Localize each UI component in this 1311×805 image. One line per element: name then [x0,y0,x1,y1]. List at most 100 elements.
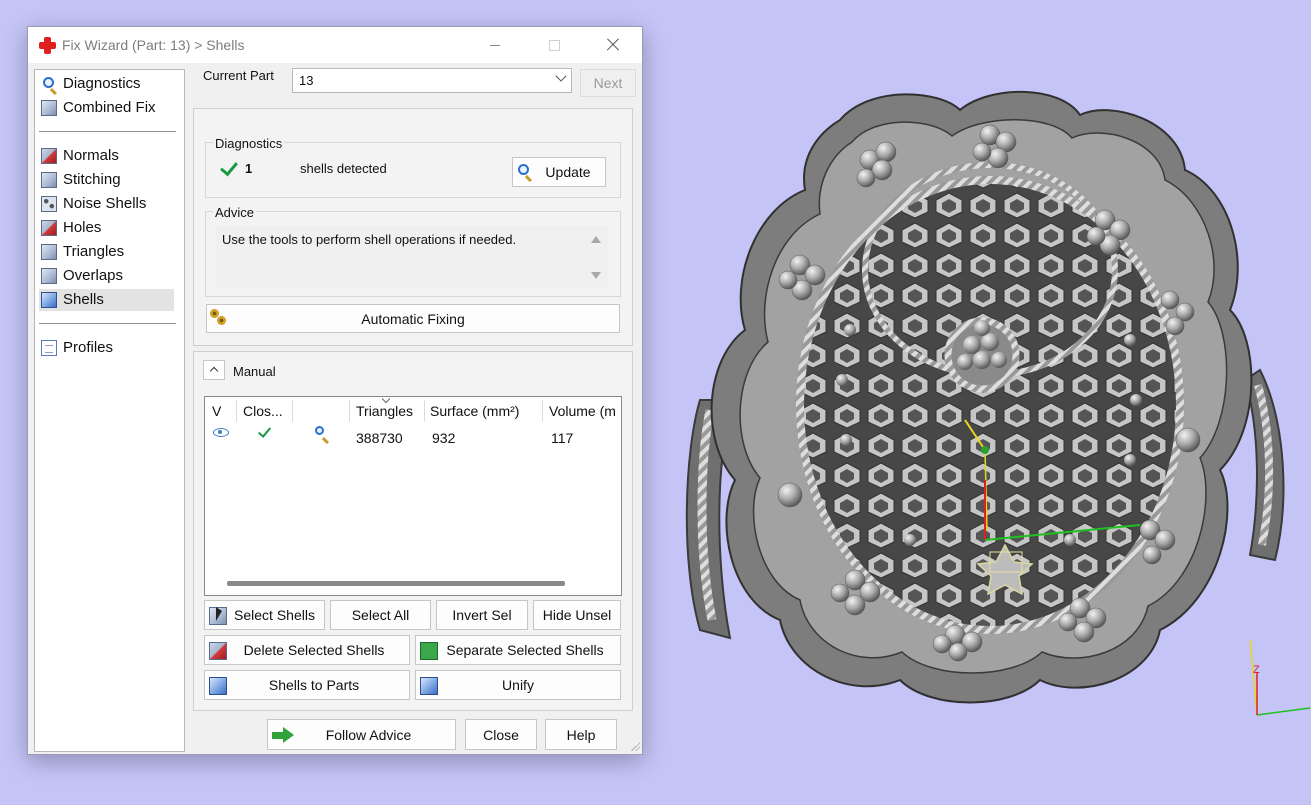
advice-text: Use the tools to perform shell operation… [222,232,517,247]
column-header-surface[interactable]: Surface (mm²) [430,403,519,419]
nav-item-label: Overlaps [63,267,124,284]
shells-to-parts-label: Shells to Parts [268,677,360,693]
next-button[interactable]: Next [580,69,636,97]
maximize-button[interactable] [530,27,576,63]
nav-item-label: Holes [63,219,102,236]
app-cross-icon [39,37,56,54]
nav-item-overlaps[interactable]: Overlaps [39,265,174,287]
update-button[interactable]: Update [512,157,606,187]
nav-separator [39,131,176,132]
nav-item-profiles[interactable]: Profiles [39,337,174,359]
shells-icon [41,292,57,308]
column-separator [292,400,293,422]
separate-selected-shells-button[interactable]: Separate Selected Shells [415,635,621,665]
mouse-cursor-icon [216,607,222,621]
nav-item-triangles[interactable]: Triangles [39,241,174,263]
nav-item-noise-shells[interactable]: Noise Shells [39,193,174,215]
jewelry-model [685,90,1285,704]
nav-item-holes[interactable]: Holes [39,217,174,239]
column-separator [349,400,350,422]
help-button[interactable]: Help [545,719,617,750]
select-shells-label: Select Shells [234,607,315,623]
axis-triad: Z [1249,639,1311,716]
help-label: Help [566,727,596,743]
nav-item-label: Diagnostics [63,75,141,92]
shells-detected-text: shells detected [300,161,387,176]
shell-count: 1 [245,161,253,176]
noise-shells-icon [41,196,57,212]
3d-model-render: Z [685,90,1311,716]
column-separator [542,400,543,422]
shells-to-parts-button[interactable]: Shells to Parts [204,670,410,700]
3d-viewport[interactable]: Z [660,40,1311,800]
separate-selected-label: Separate Selected Shells [446,642,604,658]
scroll-down-arrow-icon[interactable] [591,272,601,279]
delete-selected-label: Delete Selected Shells [243,642,385,658]
select-shells-button[interactable]: Select Shells [204,600,325,630]
window-title: Fix Wizard (Part: 13) > Shells [62,37,245,53]
nav-item-combined-fix[interactable]: Combined Fix [39,97,174,119]
nav-separator [39,323,176,324]
nav-list: Diagnostics Combined Fix Normals Stitchi… [34,69,185,752]
check-icon [257,424,272,438]
profiles-icon [41,340,57,356]
nav-item-normals[interactable]: Normals [39,145,174,167]
cell-triangles: 388730 [356,430,403,446]
collapse-chevron-up-icon[interactable] [203,360,225,380]
nav-item-label: Triangles [63,243,125,260]
scroll-up-arrow-icon[interactable] [591,236,601,243]
svg-text:Z: Z [1253,664,1260,676]
resize-grip[interactable] [630,741,640,751]
invert-sel-label: Invert Sel [452,607,512,623]
close-button[interactable]: Close [465,719,537,750]
unify-button[interactable]: Unify [415,670,621,700]
magnifier-icon[interactable] [315,426,324,435]
close-label: Close [483,727,519,743]
eye-icon[interactable] [213,428,229,437]
diagnostics-title: Diagnostics [213,136,285,151]
nav-item-stitching[interactable]: Stitching [39,169,174,191]
select-all-button[interactable]: Select All [330,600,431,630]
holes-icon [41,220,57,236]
cell-volume: 117 [551,430,574,446]
nav-item-label: Shells [63,291,104,308]
advice-title: Advice [213,205,257,220]
current-part-label: Current Part [203,68,274,83]
fix-wizard-window: Fix Wizard (Part: 13) > Shells Diagnosti… [27,26,643,755]
nav-item-diagnostics[interactable]: Diagnostics [39,73,174,95]
shells-table: V Clos... Triangles Surface (mm²) Volume… [204,396,622,596]
hide-unsel-label: Hide Unsel [542,607,612,623]
chevron-down-icon [555,70,567,82]
update-label: Update [545,164,591,180]
column-header-visible[interactable]: V [212,403,221,419]
horizontal-scrollbar[interactable] [227,581,565,586]
overlaps-icon [41,268,57,284]
nav-item-label: Combined Fix [63,99,156,116]
invert-sel-button[interactable]: Invert Sel [436,600,528,630]
current-part-select[interactable]: 13 [292,68,572,93]
nav-item-label: Noise Shells [63,195,147,212]
cell-surface: 932 [432,430,456,446]
close-window-button[interactable] [590,27,636,63]
magnifier-icon [41,76,57,92]
automatic-fixing-button[interactable]: Automatic Fixing [206,304,620,333]
delete-selected-shells-button[interactable]: Delete Selected Shells [204,635,410,665]
minimize-button[interactable] [472,27,518,63]
follow-advice-button[interactable]: Follow Advice [267,719,456,750]
unify-label: Unify [502,677,534,693]
magnifier-icon [518,164,529,175]
stitching-icon [41,172,57,188]
column-header-closed[interactable]: Clos... [243,403,283,419]
nav-item-label: Normals [63,147,119,164]
column-header-volume[interactable]: Volume (m [549,403,616,419]
automatic-fixing-label: Automatic Fixing [361,311,465,327]
cube-icon [41,100,57,116]
column-header-separator [424,400,425,422]
triangles-icon [41,244,57,260]
nav-item-shells[interactable]: Shells [39,289,174,311]
column-header-triangles[interactable]: Triangles [356,403,413,419]
hide-unsel-button[interactable]: Hide Unsel [533,600,621,630]
nav-item-label: Profiles [63,339,114,356]
column-separator [236,400,237,422]
title-bar: Fix Wizard (Part: 13) > Shells [28,27,642,63]
